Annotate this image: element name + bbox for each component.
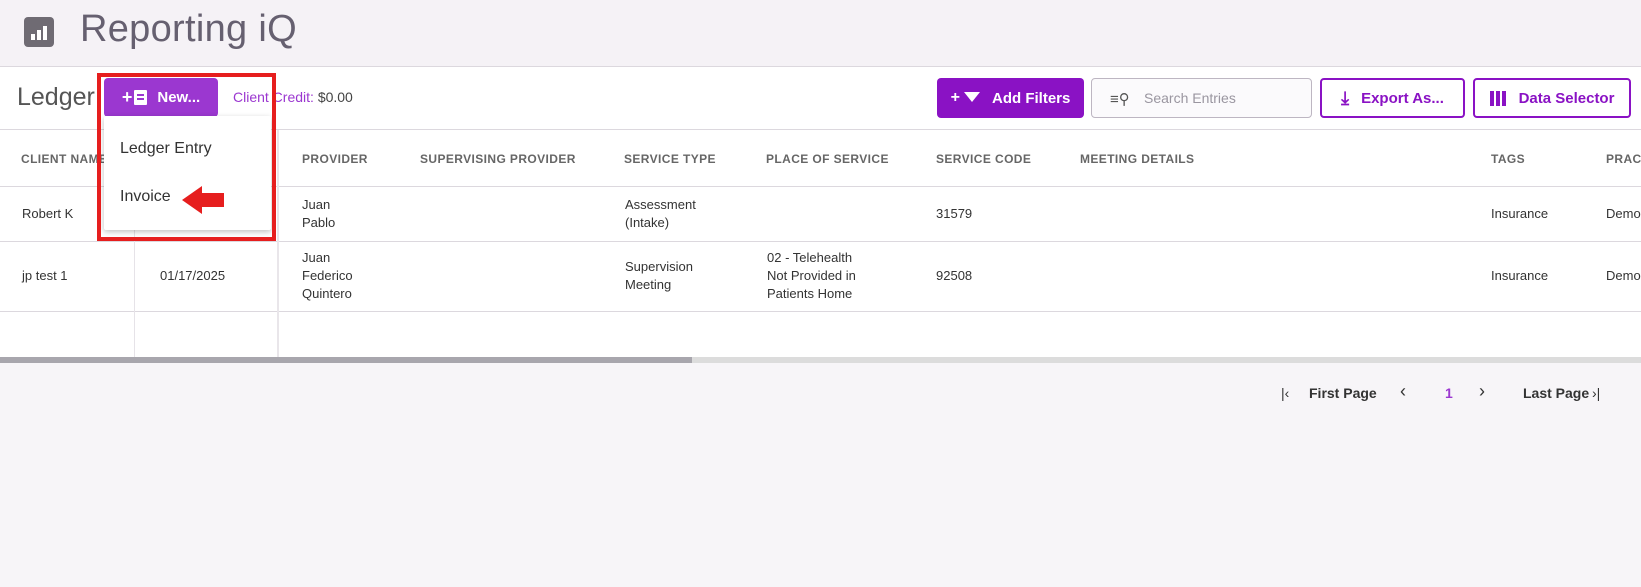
add-filters-label: Add Filters	[992, 89, 1071, 107]
col-client-name[interactable]: CLIENT NAME	[21, 152, 107, 166]
cell-practice: Demo	[1606, 206, 1641, 221]
export-button[interactable]: ⤓ Export As...	[1320, 78, 1465, 118]
col-supervising-provider[interactable]: SUPERVISING PROVIDER	[420, 152, 576, 166]
col-tags[interactable]: TAGS	[1491, 152, 1525, 166]
plus-icon: +	[121, 87, 133, 107]
app-header: Reporting iQ	[0, 0, 1641, 67]
cell-practice: Demo	[1606, 268, 1641, 283]
next-page-icon[interactable]: ›	[1479, 381, 1485, 402]
last-page-icon[interactable]: ›|	[1592, 385, 1600, 401]
document-icon	[134, 90, 148, 105]
search-placeholder: Search Entries	[1144, 90, 1236, 106]
col-provider[interactable]: PROVIDER	[302, 152, 368, 166]
menu-item-ledger-entry[interactable]: Ledger Entry	[120, 140, 212, 158]
new-button[interactable]: + New...	[104, 78, 218, 117]
first-page-icon[interactable]: |‹	[1281, 385, 1289, 401]
scrollbar-thumb[interactable]	[0, 357, 692, 363]
red-arrow-icon	[182, 186, 224, 214]
cell-date: 01/17/2025	[160, 268, 226, 283]
cell-tags: Insurance	[1491, 206, 1549, 221]
cell-client: jp test 1	[22, 268, 68, 283]
cell-service-code: 31579	[936, 206, 973, 221]
cell-tags: Insurance	[1491, 268, 1549, 283]
client-credit-label: Client Credit:	[233, 89, 314, 105]
export-label: Export As...	[1361, 89, 1444, 107]
search-list-icon: ≡⚲	[1110, 91, 1130, 108]
cell-provider: Juan Pablo	[302, 197, 336, 230]
download-icon: ⤓	[1341, 87, 1350, 108]
cell-client: Robert K	[22, 206, 74, 221]
pinned-column-divider	[277, 130, 279, 358]
col-meeting-details[interactable]: MEETING DETAILS	[1080, 152, 1194, 166]
col-practice[interactable]: PRACT	[1606, 152, 1641, 166]
col-place-of-service[interactable]: PLACE OF SERVICE	[766, 152, 889, 166]
menu-item-invoice[interactable]: Invoice	[120, 188, 171, 206]
table-row[interactable]: jp test 1 01/17/2025 Juan Federico Quinter…	[0, 242, 1641, 312]
cell-service-code: 92508	[936, 268, 973, 283]
plus-icon: +	[950, 89, 960, 106]
client-credit: Client Credit: $0.00	[233, 89, 353, 105]
page-title: Ledger	[17, 83, 95, 111]
cell-place-of-service: 02 - Telehealth Not Provided in Patients H…	[767, 250, 856, 301]
bar-chart-icon	[24, 17, 54, 47]
add-filters-button[interactable]: + Add Filters	[937, 78, 1084, 118]
current-page[interactable]: 1	[1445, 385, 1453, 401]
first-page-button[interactable]: First Page	[1309, 385, 1377, 401]
cell-service-type: Supervision Meeting	[625, 259, 693, 292]
col-service-code[interactable]: SERVICE CODE	[936, 152, 1031, 166]
app-title: Reporting iQ	[80, 8, 297, 50]
previous-page-icon[interactable]: ‹	[1400, 381, 1406, 402]
data-selector-label: Data Selector	[1518, 89, 1615, 107]
last-page-button[interactable]: Last Page	[1523, 385, 1589, 401]
cell-provider: Juan Federico Quintero	[302, 250, 353, 301]
new-button-label: New...	[157, 89, 201, 106]
cell-service-type: Assessment (Intake)	[625, 197, 696, 230]
client-credit-value: $0.00	[317, 89, 353, 105]
columns-icon	[1489, 90, 1508, 106]
col-service-type[interactable]: SERVICE TYPE	[624, 152, 716, 166]
filter-icon	[964, 92, 980, 102]
data-selector-button[interactable]: Data Selector	[1473, 78, 1631, 118]
search-input[interactable]: ≡⚲ Search Entries	[1091, 78, 1312, 118]
